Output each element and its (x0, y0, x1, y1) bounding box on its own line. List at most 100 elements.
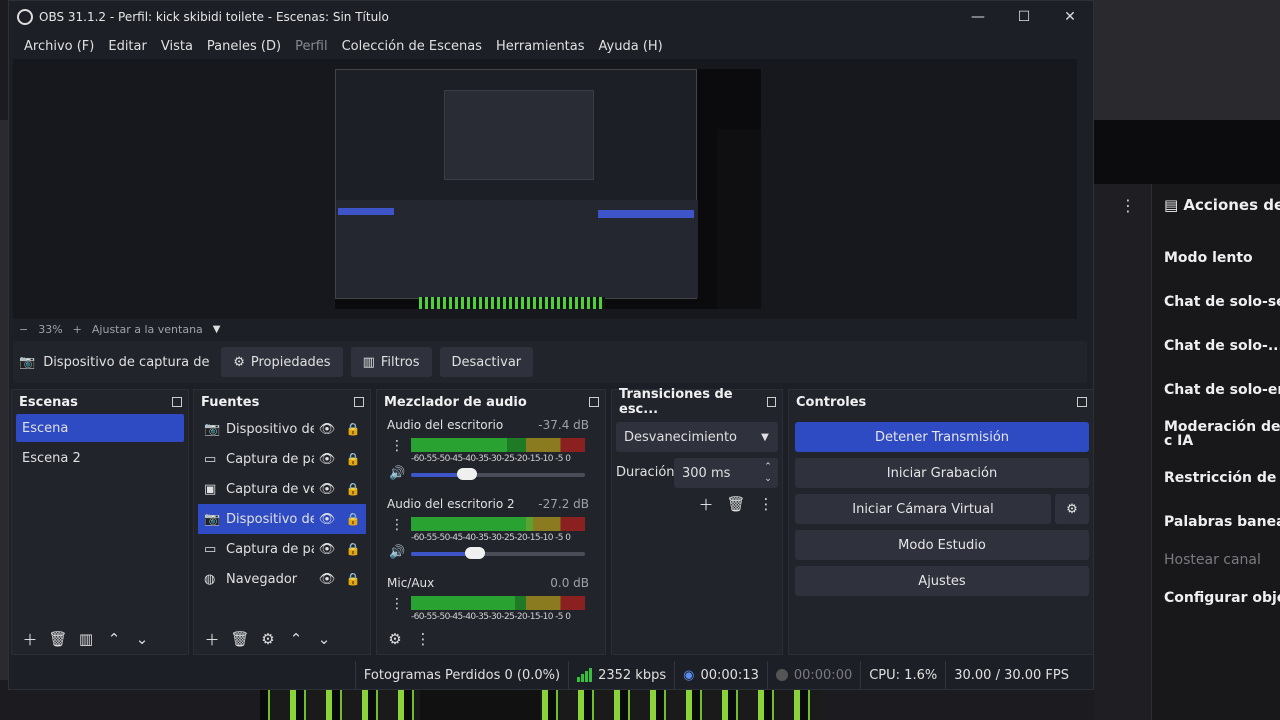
deactivate-button[interactable]: Desactivar (439, 347, 534, 377)
zoom-out-button[interactable]: − (19, 323, 28, 336)
menu-item[interactable]: Colección de Escenas (335, 39, 489, 54)
speaker-icon[interactable]: 🔊 (389, 466, 405, 481)
remove-source-button[interactable]: 🗑 (226, 627, 254, 651)
remove-transition-button[interactable]: 🗑 (722, 492, 750, 516)
visibility-eye-icon[interactable]: 👁 (314, 452, 340, 467)
menu-item[interactable]: Archivo (F) (17, 39, 101, 54)
scenes-title: Escenas (19, 394, 78, 410)
undock-icon[interactable] (589, 397, 599, 407)
undock-icon[interactable] (1077, 397, 1087, 407)
menu-item[interactable]: Vista (154, 39, 200, 54)
scene-item[interactable]: Escena (16, 414, 184, 442)
studio-mode-button[interactable]: Modo Estudio (795, 530, 1089, 560)
spinner-icon[interactable]: ⌃ ⌄ (758, 461, 778, 485)
source-item[interactable]: ▭ Captura de pa 👁 🔒 (198, 534, 366, 564)
gear-icon: ⚙ (1066, 501, 1078, 517)
channel-kebab-icon[interactable]: ⋮ (389, 596, 405, 616)
window-title: OBS 31.1.2 - Perfil: kick skibidi toilet… (39, 10, 389, 24)
preview-green-pattern (419, 297, 605, 309)
scene-item[interactable]: Escena 2 (16, 444, 184, 472)
visibility-eye-icon[interactable]: 👁 (314, 572, 340, 587)
menu-item[interactable]: Paneles (D) (200, 39, 288, 54)
channel-db: -37.4 dB (538, 418, 589, 432)
visibility-eye-icon[interactable]: 👁 (314, 512, 340, 527)
properties-button[interactable]: ⚙ Propiedades (221, 347, 343, 377)
zoom-in-button[interactable]: + (73, 323, 82, 336)
chat-action-item[interactable]: Modo lento (1164, 250, 1253, 266)
chat-action-item[interactable]: Palabras baneada (1164, 514, 1280, 530)
channel-kebab-icon[interactable]: ⋮ (389, 438, 405, 458)
chat-action-item[interactable]: Configurar objetiv (1164, 590, 1280, 606)
move-down-button[interactable]: ⌄ (128, 627, 156, 651)
start-recording-button[interactable]: Iniciar Grabación (795, 458, 1089, 488)
mixer-settings-button[interactable]: ⚙ (381, 627, 409, 651)
move-down-button[interactable]: ⌄ (310, 627, 338, 651)
speaker-icon[interactable]: 🔊 (389, 545, 405, 560)
chat-action-item[interactable]: Restricción de ed (1164, 470, 1280, 486)
add-scene-button[interactable]: ＋ (16, 627, 44, 651)
chat-action-item[interactable]: Chat de solo-seg (1164, 294, 1280, 310)
lock-icon[interactable]: 🔒 (340, 572, 366, 586)
virtual-camera-button[interactable]: Iniciar Cámara Virtual (795, 494, 1051, 524)
volume-slider-knob[interactable] (465, 547, 485, 559)
visibility-eye-icon[interactable]: 👁 (314, 482, 340, 497)
source-properties-button[interactable]: ⚙ (254, 627, 282, 651)
source-item[interactable]: ▣ Captura de ve 👁 🔒 (198, 474, 366, 504)
transition-select[interactable]: Desvanecimiento ▼ (616, 422, 778, 452)
undock-icon[interactable] (354, 397, 364, 407)
menu-item[interactable]: Perfil (288, 39, 335, 54)
virtual-camera-settings-button[interactable]: ⚙ (1055, 494, 1089, 524)
transitions-header: Transiciones de esc... (612, 387, 782, 417)
menu-item[interactable]: Ayuda (H) (592, 39, 670, 54)
channel-kebab-icon[interactable]: ⋮ (389, 517, 405, 537)
transition-kebab-icon[interactable]: ⋮ (752, 492, 780, 516)
sources-footer: ＋ 🗑 ⚙ ⌃ ⌄ (194, 624, 370, 654)
scenes-header: Escenas (12, 390, 188, 414)
mixer-kebab-icon[interactable]: ⋮ (409, 627, 437, 651)
maximize-button[interactable]: ☐ (1001, 1, 1047, 33)
undock-icon[interactable] (172, 397, 182, 407)
menu-item[interactable]: Editar (101, 39, 154, 54)
duration-value: 300 ms (682, 465, 731, 481)
preview-area[interactable] (13, 59, 1077, 319)
zoom-fit-label[interactable]: Ajustar a la ventana (92, 323, 203, 336)
move-up-button[interactable]: ⌃ (282, 627, 310, 651)
lock-icon[interactable]: 🔒 (340, 542, 366, 556)
add-source-button[interactable]: ＋ (198, 627, 226, 651)
source-item[interactable]: ▭ Captura de pa 👁 🔒 (198, 444, 366, 474)
minimize-button[interactable]: — (955, 1, 1001, 33)
source-item[interactable]: ◍ Navegador 👁 🔒 (198, 564, 366, 594)
sources-dock: Fuentes 📷 Dispositivo de 👁 🔒 ▭ Captura de pa 👁… (193, 389, 371, 655)
lock-icon[interactable]: 🔒 (340, 452, 366, 466)
chat-kebab-icon[interactable]: ⋮ (1120, 196, 1136, 215)
add-transition-button[interactable]: ＋ (692, 492, 720, 516)
chat-action-item[interactable]: Chat de solo-emo (1164, 382, 1280, 398)
close-button[interactable]: ✕ (1047, 1, 1093, 33)
bitrate-text: 2352 kbps (598, 667, 667, 683)
filters-button[interactable]: ▥ Filtros (350, 347, 432, 377)
scene-filters-button[interactable]: ▥ (72, 627, 100, 651)
duration-field[interactable]: 300 ms ⌃ ⌄ (674, 458, 778, 488)
lock-icon[interactable]: 🔒 (340, 512, 366, 526)
menu-item[interactable]: Herramientas (489, 39, 592, 54)
volume-slider-knob[interactable] (457, 468, 477, 480)
visibility-eye-icon[interactable]: 👁 (314, 422, 340, 437)
undock-icon[interactable] (766, 397, 776, 407)
lock-icon[interactable]: 🔒 (340, 482, 366, 496)
source-item[interactable]: 📷 Dispositivo de 👁 🔒 (198, 414, 366, 444)
settings-button[interactable]: Ajustes (795, 566, 1089, 596)
source-item[interactable]: 📷 Dispositivo de 👁 🔒 (198, 504, 366, 534)
zoom-dropdown-icon[interactable]: ▼ (213, 324, 221, 335)
mixer-channel: Mic/Aux 0.0 dB ⋮ -60-55-50-45-40-35-30-25-2… (383, 572, 595, 622)
lock-icon[interactable]: 🔒 (340, 422, 366, 436)
move-up-button[interactable]: ⌃ (100, 627, 128, 651)
controls-dock: Controles Detener Transmisión Iniciar Gr… (788, 389, 1094, 655)
stop-stream-button[interactable]: Detener Transmisión (795, 422, 1089, 452)
remove-scene-button[interactable]: 🗑 (44, 627, 72, 651)
preview-canvas[interactable] (335, 69, 761, 309)
source-name: Captura de pa (226, 451, 314, 467)
chat-action-item[interactable]: Moderación del c IA (1164, 420, 1280, 448)
audio-mixer-dock: Mezclador de audio Audio del escritorio -… (376, 389, 606, 655)
chat-action-item[interactable]: Chat de solo-... (1164, 338, 1280, 354)
visibility-eye-icon[interactable]: 👁 (314, 542, 340, 557)
